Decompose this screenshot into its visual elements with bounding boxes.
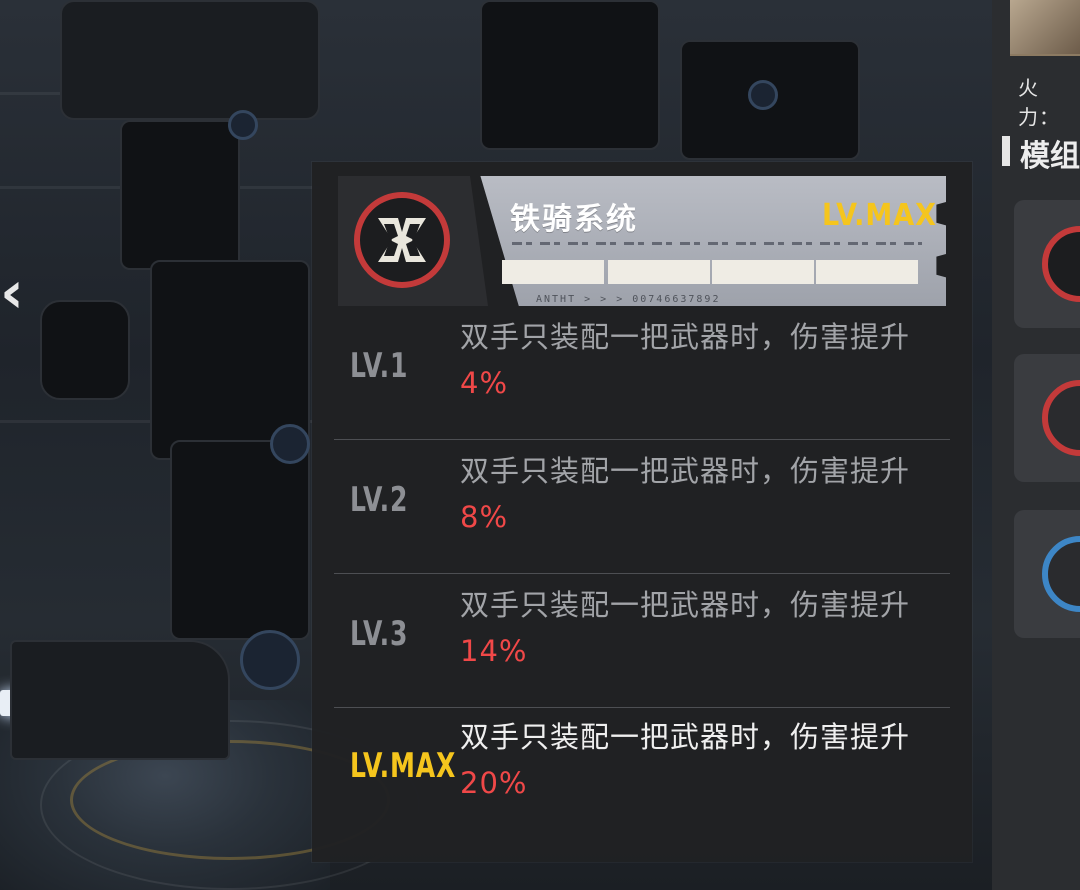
game-screen: ‹ 火力： 模组 铁骑系统 LV.MAX ANTHT > > > 0074663… bbox=[0, 0, 1080, 890]
level-row-3: LV.3 双手只装配一把武器时，伤害提升14% bbox=[334, 576, 950, 708]
tag-serial-number: ANTHT > > > 00746637892 bbox=[536, 294, 721, 305]
skill-level-badge: LV.MAX bbox=[822, 198, 937, 233]
level-value: 8% bbox=[460, 500, 509, 534]
mech-joint bbox=[270, 424, 310, 464]
level-segment bbox=[816, 260, 918, 284]
firepower-label: 火力： bbox=[1018, 76, 1060, 129]
level-row-max: LV.MAX 双手只装配一把武器时，伤害提升20% bbox=[334, 708, 950, 840]
module-slot-3[interactable] bbox=[1014, 510, 1080, 638]
level-description: 双手只装配一把武器时，伤害提升14% bbox=[460, 588, 911, 668]
mech-leg bbox=[170, 440, 310, 640]
iron-rider-emblem-icon bbox=[354, 192, 450, 288]
skill-icon-frame bbox=[338, 176, 488, 306]
level-row-2: LV.2 双手只装配一把武器时，伤害提升8% bbox=[334, 442, 950, 574]
skill-header: 铁骑系统 LV.MAX ANTHT > > > 00746637892 bbox=[338, 176, 952, 306]
module-slot-2[interactable] bbox=[1014, 354, 1080, 482]
level-value: 14% bbox=[460, 634, 528, 668]
skill-name: 铁骑系统 bbox=[510, 202, 638, 237]
mech-foot bbox=[10, 640, 230, 760]
armor-emblem-icon bbox=[1042, 536, 1080, 612]
level-description: 双手只装配一把武器时，伤害提升4% bbox=[460, 320, 911, 400]
level-label: LV.2 bbox=[350, 480, 409, 520]
mech-joint bbox=[228, 110, 258, 140]
mech-joint bbox=[240, 630, 300, 690]
shield-emblem-icon bbox=[1042, 380, 1080, 456]
level-description: 双手只装配一把武器时，伤害提升8% bbox=[460, 454, 911, 534]
level-label: LV.1 bbox=[350, 346, 409, 386]
skill-detail-popup: 铁骑系统 LV.MAX ANTHT > > > 00746637892 LV.1… bbox=[312, 162, 972, 862]
level-label: LV.MAX bbox=[350, 746, 457, 786]
level-segment bbox=[712, 260, 814, 284]
level-value: 20% bbox=[460, 766, 528, 800]
iron-rider-emblem-glyph bbox=[378, 218, 426, 262]
module-slot-1[interactable] bbox=[1014, 200, 1080, 328]
mech-shoulder bbox=[60, 0, 320, 120]
mech-joint bbox=[748, 80, 778, 110]
level-label: LV.3 bbox=[350, 614, 409, 654]
pilot-portrait[interactable] bbox=[1010, 0, 1080, 56]
mech-fist bbox=[40, 300, 130, 400]
tag-microtext bbox=[512, 242, 922, 245]
section-marker bbox=[1002, 136, 1010, 166]
level-row-1: LV.1 双手只装配一把武器时，伤害提升4% bbox=[334, 308, 950, 440]
level-description: 双手只装配一把武器时，伤害提升20% bbox=[460, 720, 911, 800]
chevron-left-icon[interactable]: ‹ bbox=[0, 262, 36, 322]
level-value: 4% bbox=[460, 366, 509, 400]
iron-rider-emblem-icon bbox=[1042, 226, 1080, 302]
level-segment bbox=[502, 260, 604, 284]
module-section-title: 模组 bbox=[1020, 139, 1080, 174]
mech-upper-arm bbox=[120, 120, 240, 270]
level-segment bbox=[608, 260, 710, 284]
mech-head bbox=[480, 0, 660, 150]
